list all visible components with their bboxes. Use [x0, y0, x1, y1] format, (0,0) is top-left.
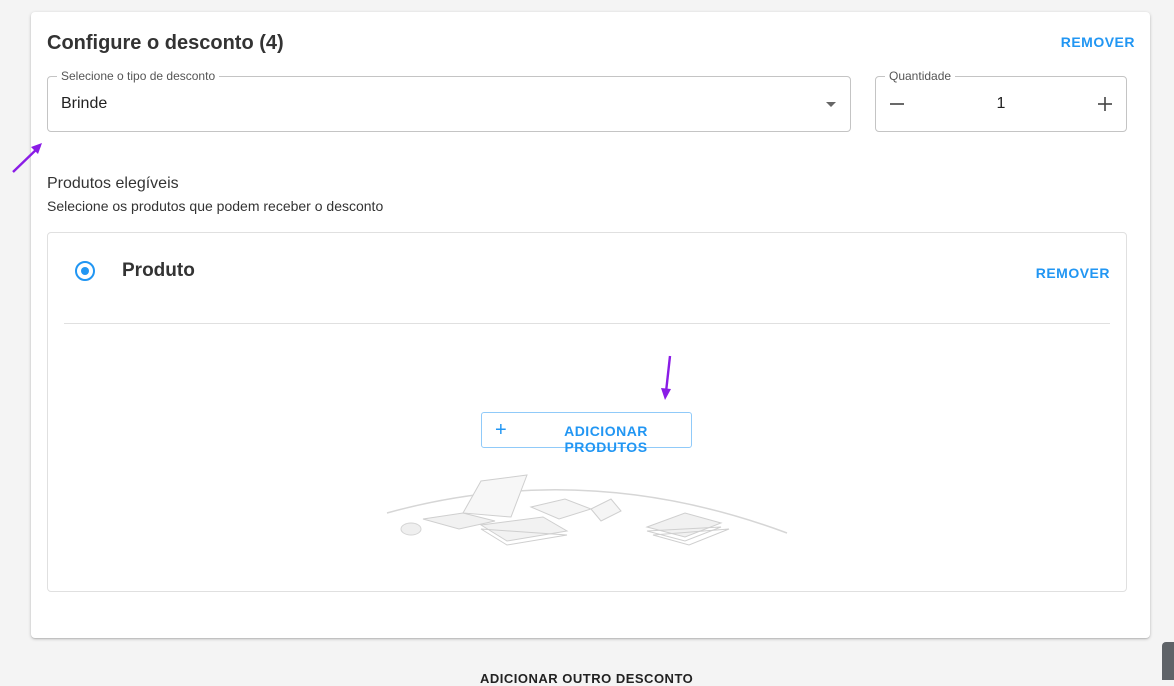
eligible-products-title: Produtos elegíveis [47, 175, 179, 192]
discount-type-select[interactable]: Selecione o tipo de desconto Brinde [47, 69, 851, 132]
discount-card-title: Configure o desconto (4) [47, 32, 284, 54]
discount-type-value: Brinde [61, 95, 108, 112]
add-another-discount-button[interactable]: ADICIONAR OUTRO DESCONTO [480, 671, 693, 686]
increment-button[interactable] [1090, 89, 1120, 119]
annotation-arrow-icon [12, 143, 42, 173]
divider [64, 323, 1110, 324]
discount-card: Configure o desconto (4) REMOVER Selecio… [31, 12, 1150, 638]
add-products-button[interactable]: + ADICIONAR PRODUTOS [481, 412, 692, 455]
eligible-products-subtitle: Selecione os produtos que podem receber … [47, 198, 384, 214]
annotation-arrow-icon [661, 355, 672, 400]
quantity-label: Quantidade [885, 69, 956, 83]
add-products-label: ADICIONAR PRODUTOS [564, 423, 648, 455]
remove-product-button[interactable]: REMOVER [1036, 265, 1110, 281]
product-radio[interactable] [75, 261, 95, 281]
product-selection-box: Produto REMOVER + ADICIONAR PRODUTOS [47, 232, 1127, 592]
quantity-stepper: Quantidade 1 [875, 69, 1127, 132]
plus-icon: + [495, 419, 508, 441]
radio-selected-dot [81, 267, 89, 275]
scroll-helper-button[interactable] [1162, 642, 1174, 680]
plus-icon [1098, 97, 1112, 111]
empty-state-illustration [386, 474, 788, 546]
quantity-value[interactable]: 1 [876, 95, 1126, 113]
dropdown-caret-icon[interactable] [826, 102, 836, 107]
product-option-title: Produto [122, 260, 195, 281]
left-page-strip [0, 0, 14, 680]
remove-discount-button[interactable]: REMOVER [1061, 34, 1135, 50]
discount-type-label: Selecione o tipo de desconto [57, 69, 220, 83]
